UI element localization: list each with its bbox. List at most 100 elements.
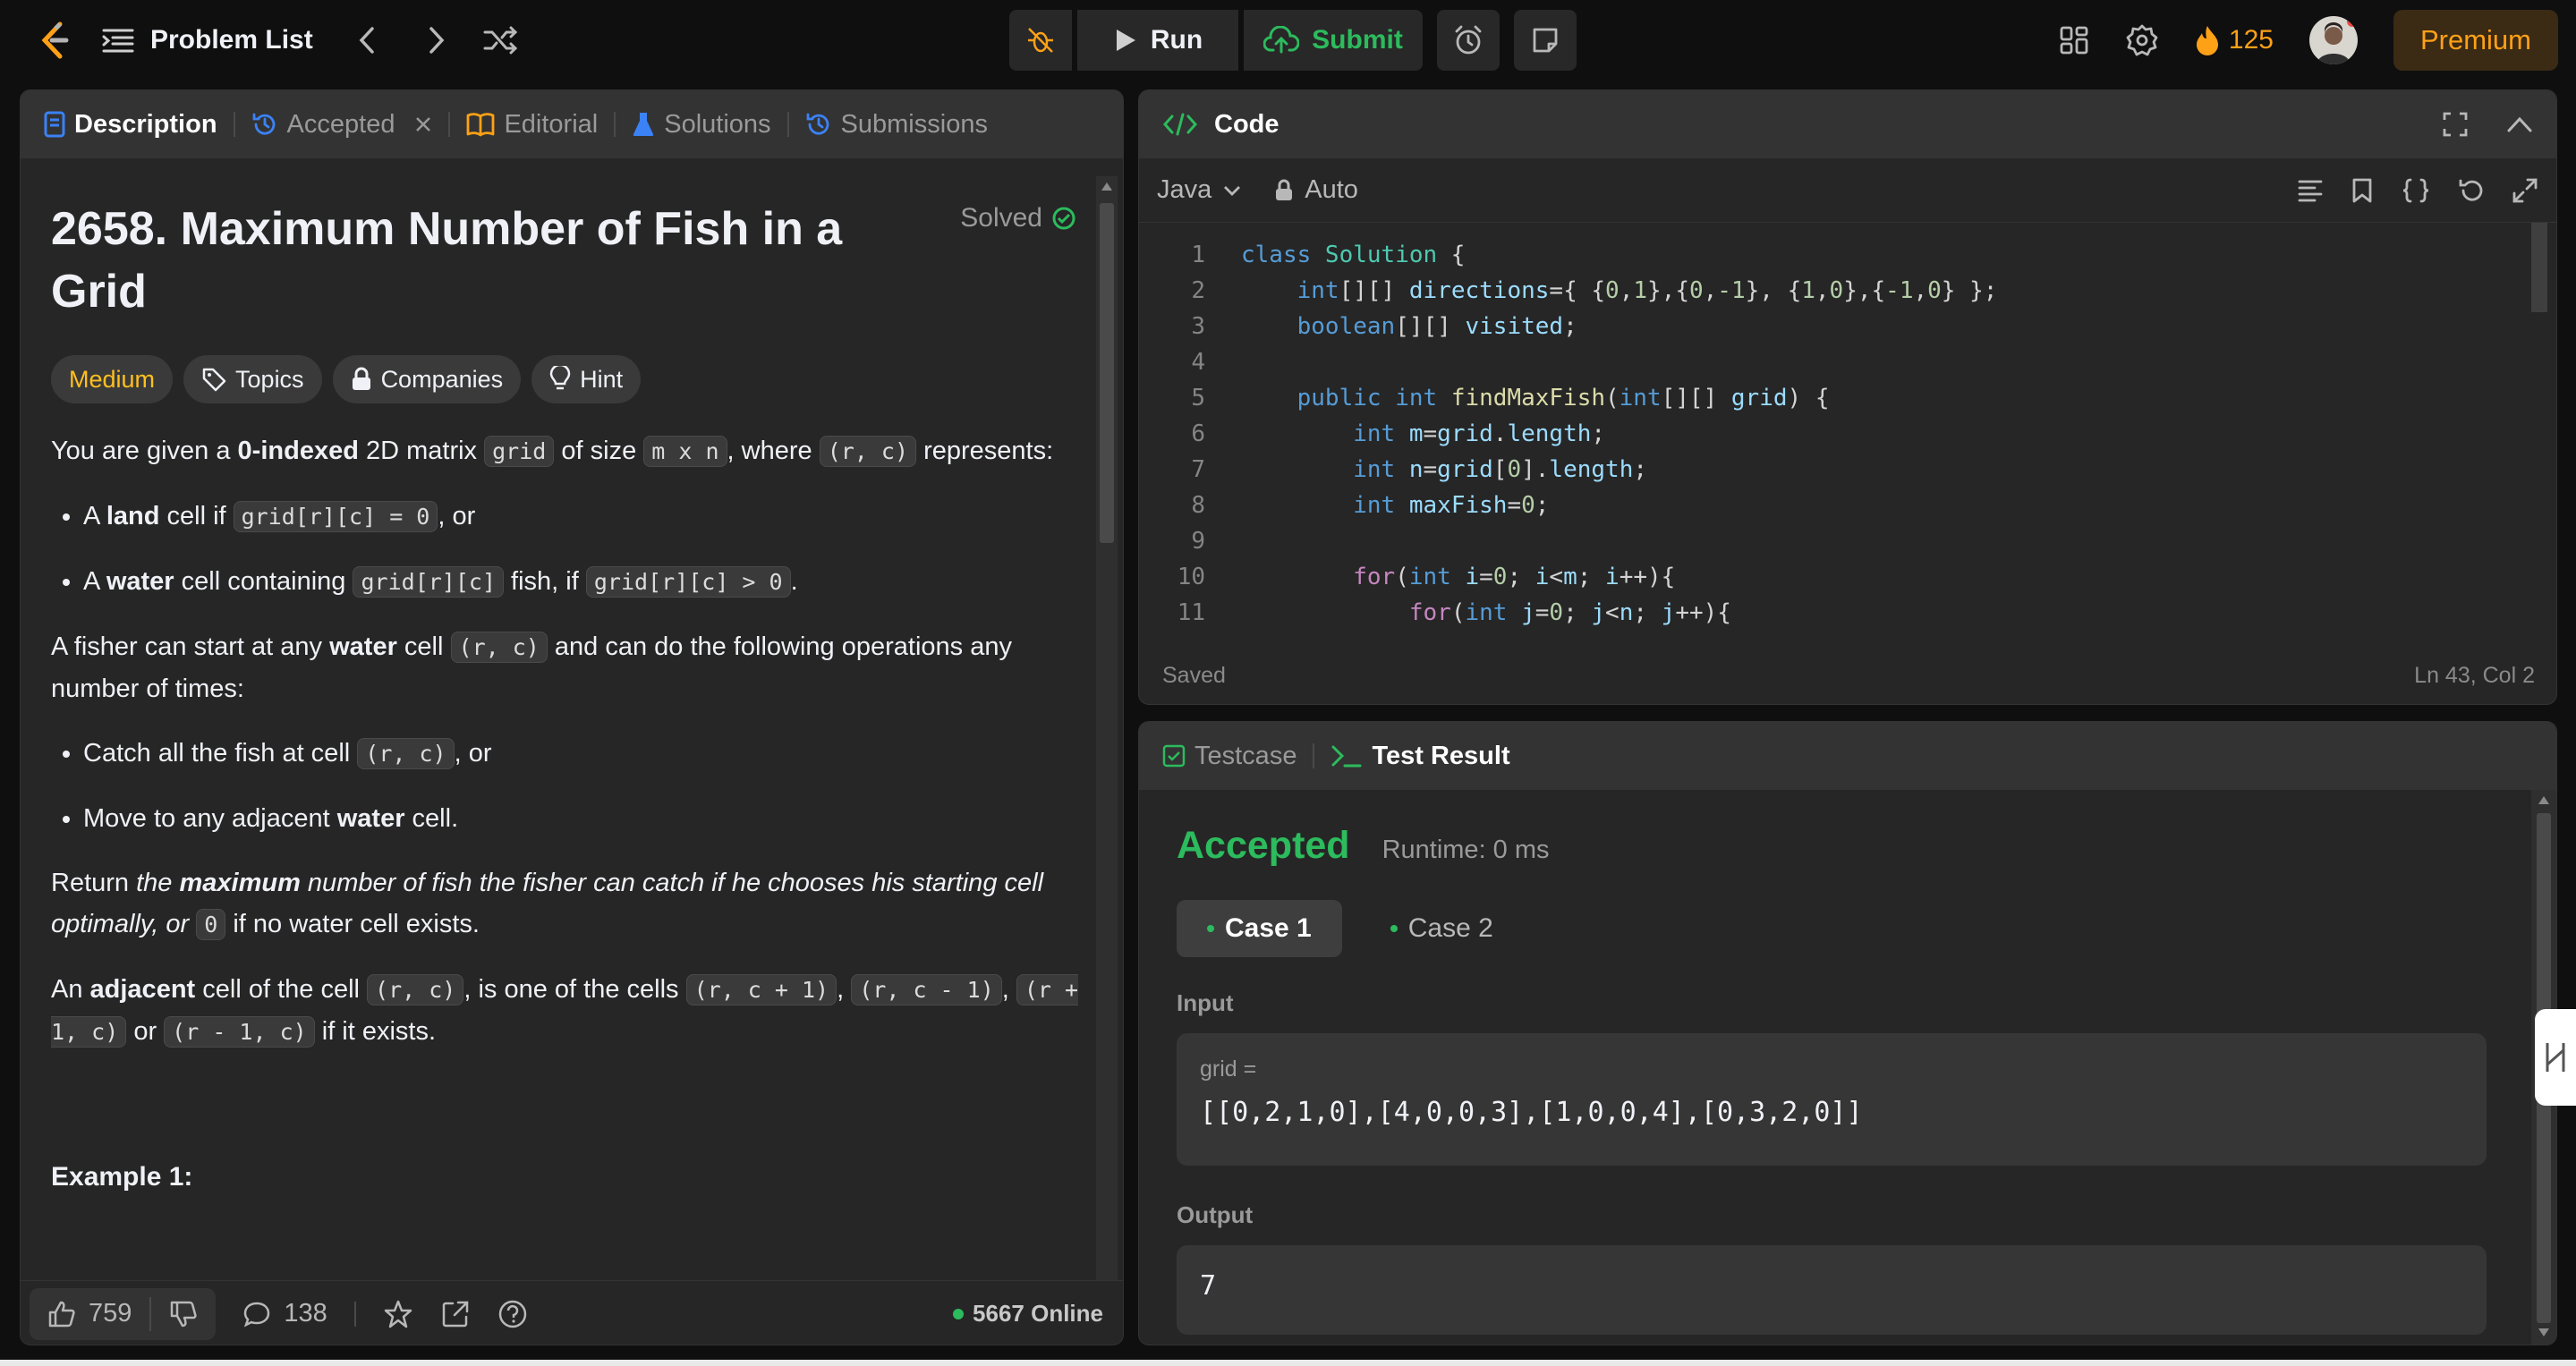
settings-gear-icon[interactable] [2125, 23, 2159, 57]
code-panel: Code Java Auto 1 class Solution { 2 int[]… [1138, 89, 2557, 705]
tab-accepted[interactable]: Accepted [251, 110, 433, 140]
submit-button[interactable]: Submit [1244, 10, 1423, 71]
share-icon[interactable] [440, 1299, 471, 1329]
input-label: Input [1177, 989, 1234, 1016]
case-2-button[interactable]: Case 2 [1360, 900, 1524, 957]
drag-handle-icon [2544, 1039, 2567, 1075]
star-icon[interactable] [383, 1299, 413, 1329]
flame-icon [2195, 24, 2220, 56]
reset-icon[interactable] [2458, 177, 2485, 204]
case-1-button[interactable]: Case 1 [1177, 900, 1342, 957]
code-line: 2 int[][] directions ={ {0, 1},{0, -1}, {1,… [1191, 277, 1998, 304]
scroll-down-icon[interactable] [2537, 1327, 2551, 1339]
tab-testcase[interactable]: Testcase [1162, 742, 1297, 771]
lock-icon [1274, 179, 1294, 202]
online-indicator: 5667 Online [953, 1300, 1103, 1328]
scroll-up-icon[interactable] [1100, 180, 1114, 192]
paragraph-return: Return the maximum number of fish the fi… [51, 869, 1044, 940]
braces-icon[interactable] [2401, 177, 2431, 204]
description-panel: Description Accepted Editorial Solutions… [20, 89, 1124, 1345]
editor-toolbar: Java Auto [1139, 158, 2556, 223]
format-icon[interactable] [2297, 177, 2324, 204]
result-summary: Accepted Runtime: 0 ms [1177, 824, 2483, 868]
checkbox-icon [1162, 744, 1186, 768]
hint-chip[interactable]: Hint [531, 355, 642, 403]
description-content: Solved 2658. Maximum Number of Fish in a… [21, 158, 1103, 1277]
close-tab-icon[interactable] [414, 115, 432, 133]
next-problem-icon[interactable] [426, 25, 447, 55]
avatar[interactable] [2308, 16, 2358, 64]
scroll-up-icon[interactable] [2537, 793, 2551, 806]
online-dot [953, 1308, 965, 1319]
lightbulb-icon [549, 366, 571, 393]
collapse-icon[interactable] [2506, 115, 2533, 134]
notes-button[interactable] [1514, 10, 1577, 71]
operations-list: Catch all the fish at cell (r, c), or Mo… [83, 733, 1098, 839]
tab-submissions[interactable]: Submissions [805, 110, 988, 140]
case-2-label: Case 2 [1407, 913, 1493, 943]
book-icon [466, 112, 495, 137]
shuffle-icon[interactable] [483, 26, 519, 55]
save-status: Saved [1162, 662, 1226, 688]
flask-icon [632, 111, 655, 138]
code-panel-title: Code [1214, 109, 1279, 139]
auto-mode[interactable]: Auto [1274, 175, 1358, 205]
list-item: Catch all the fish at cell (r, c), or [83, 733, 1098, 775]
description-scrollbar[interactable] [1096, 176, 1118, 1345]
leetcode-logo-icon[interactable] [36, 21, 75, 60]
tab-solutions-label: Solutions [664, 109, 771, 139]
code-brackets-icon [1162, 112, 1198, 137]
language-select[interactable]: Java [1157, 175, 1242, 205]
code-line: 8 int maxFish = 0; [1191, 492, 1550, 519]
streak-counter[interactable]: 125 [2195, 24, 2274, 56]
expand-icon[interactable] [2512, 177, 2538, 204]
runtime-label: Runtime: 0 ms [1382, 836, 1550, 864]
fullscreen-icon[interactable] [2442, 111, 2469, 138]
list-icon [102, 27, 134, 54]
problem-title[interactable]: 2658. Maximum Number of Fish in a Grid [51, 198, 856, 323]
topics-chip[interactable]: Topics [183, 355, 322, 403]
premium-button[interactable]: Premium [2393, 10, 2558, 71]
bug-icon [1025, 25, 1056, 55]
alarm-clock-icon [1452, 24, 1484, 56]
help-icon[interactable] [497, 1299, 528, 1329]
list-item: Move to any adjacent water cell. [83, 798, 1098, 839]
comments-button[interactable]: 138 [242, 1299, 327, 1328]
history-icon [805, 111, 832, 138]
bookmark-icon[interactable] [2351, 177, 2374, 204]
tab-submissions-label: Submissions [840, 109, 988, 139]
problem-list-link[interactable]: Problem List [102, 25, 313, 55]
prev-problem-icon[interactable] [356, 25, 378, 55]
case-selector: Case 1 Case 2 [1177, 900, 2483, 957]
like-button[interactable]: 759 [30, 1288, 149, 1340]
tab-test-result[interactable]: Test Result [1331, 742, 1510, 771]
difficulty-chip: Medium [51, 355, 174, 403]
result-content: Accepted Runtime: 0 ms Case 1 Case 2 Inp… [1177, 790, 2487, 1345]
code-line: 1 class Solution { [1191, 242, 1466, 268]
hint-label: Hint [580, 366, 624, 393]
play-icon [1113, 27, 1138, 54]
editor-status-bar: Saved Ln 43, Col 2 [1139, 647, 2556, 704]
description-scrollbar-thumb[interactable] [1100, 203, 1114, 543]
tab-editorial[interactable]: Editorial [466, 110, 598, 140]
side-handle[interactable] [2535, 1009, 2576, 1106]
code-scrollbar-thumb[interactable] [2531, 223, 2547, 312]
layout-grid-icon[interactable] [2059, 25, 2089, 55]
tab-separator [614, 112, 616, 137]
code-line: 10 for(int i = 0; i < m; i ++){ [1177, 564, 1676, 590]
code-editor[interactable]: 1 class Solution { 2 int[][] directions ={… [1139, 226, 2531, 629]
lock-icon [351, 367, 372, 392]
dislike-button[interactable] [151, 1288, 216, 1340]
code-line: 11 for(int j = 0; j < n; j ++){ [1177, 599, 1731, 626]
submit-label: Submit [1312, 25, 1403, 55]
like-count: 759 [89, 1299, 132, 1328]
tab-solutions[interactable]: Solutions [632, 109, 771, 140]
debug-button[interactable] [1009, 10, 1072, 71]
vote-group: 759 [30, 1287, 217, 1340]
tab-description[interactable]: Description [44, 110, 217, 140]
timer-button[interactable] [1437, 10, 1500, 71]
run-button[interactable]: Run [1077, 10, 1238, 71]
list-item: A water cell containing grid[r][c] fish,… [83, 561, 1098, 603]
description-footer: 759 138 5667 Online [21, 1280, 1123, 1345]
companies-chip[interactable]: Companies [332, 355, 522, 403]
